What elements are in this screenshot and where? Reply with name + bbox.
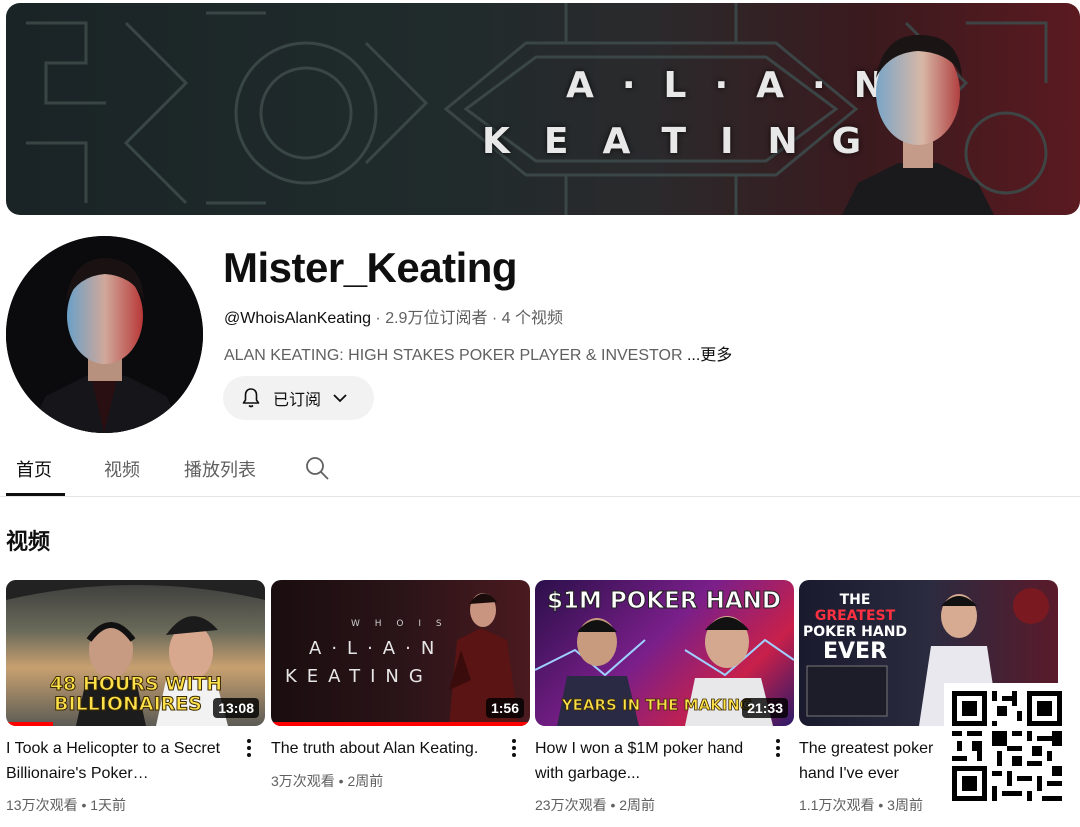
more-link[interactable]: ...更多 <box>687 347 732 364</box>
avatar-portrait <box>6 236 203 433</box>
video-title[interactable]: I Took a Helicopter to a Secret Billiona… <box>6 736 238 786</box>
banner-title-last: KEATING <box>482 121 896 162</box>
channel-banner: A·L·A·N KEATING <box>6 3 1080 215</box>
bell-icon <box>242 388 260 408</box>
video-stats: 3万次观看 • 2周前 <box>271 771 383 791</box>
video-duration: 1:56 <box>485 698 524 718</box>
chevron-down-icon <box>333 394 347 403</box>
svg-text:$1M POKER HAND: $1M POKER HAND <box>547 588 781 614</box>
more-vert-icon[interactable] <box>504 736 524 760</box>
video-duration: 21:33 <box>742 698 788 718</box>
watch-progress <box>271 722 530 726</box>
view-count: 13万次观看 <box>6 797 78 813</box>
video-title[interactable]: The greatest poker hand I've ever played… <box>799 736 949 786</box>
channel-description[interactable]: ALAN KEATING: HIGH STAKES POKER PLAYER &… <box>224 341 732 365</box>
svg-text:THE: THE <box>840 592 871 608</box>
meta-separator: · <box>370 310 386 327</box>
meta-separator: · <box>487 310 502 327</box>
svg-text:YEARS IN THE MAKING: YEARS IN THE MAKING <box>561 696 753 714</box>
upload-age: 2周前 <box>619 797 656 813</box>
search-icon[interactable] <box>304 455 330 481</box>
watch-progress <box>6 722 53 726</box>
channel-tabs: 首页 视频 播放列表 <box>0 440 1080 497</box>
video-count: 4 个视频 <box>501 310 564 327</box>
video-duration: 13:08 <box>213 698 259 718</box>
channel-handle[interactable]: @WhoisAlanKeating <box>224 310 371 327</box>
svg-text:EVER: EVER <box>823 639 887 664</box>
video-card[interactable]: $1M POKER HAND YEARS IN THE MAKING 21:33… <box>535 580 794 813</box>
upload-age: 2周前 <box>347 773 384 789</box>
description-text: ALAN KEATING: HIGH STAKES POKER PLAYER &… <box>224 347 687 364</box>
video-title[interactable]: The truth about Alan Keating. <box>271 736 503 761</box>
stats-separator: • <box>77 797 91 813</box>
more-vert-icon[interactable] <box>239 736 259 760</box>
channel-meta: @WhoisAlanKeating · 2.9万位订阅者 · 4 个视频 <box>224 304 563 328</box>
video-thumbnail[interactable]: $1M POKER HAND YEARS IN THE MAKING 21:33 <box>535 580 794 726</box>
view-count: 1.1万次观看 <box>799 797 875 813</box>
video-thumbnail[interactable]: 48 HOURS WITH BILLIONAIRES 13:08 <box>6 580 265 726</box>
more-vert-icon[interactable] <box>768 736 788 760</box>
stats-separator: • <box>334 773 348 789</box>
svg-text:W H O I S: W H O I S <box>351 619 448 629</box>
qr-code-icon <box>952 691 1062 801</box>
banner-portrait <box>842 34 994 215</box>
view-count: 3万次观看 <box>271 773 335 789</box>
svg-text:KEATING: KEATING <box>285 666 433 687</box>
upload-age: 3周前 <box>887 797 923 813</box>
tab-playlists[interactable]: 播放列表 <box>184 456 256 482</box>
video-title[interactable]: How I won a $1M poker hand with garbage.… <box>535 736 767 786</box>
video-stats: 23万次观看 • 2周前 <box>535 795 655 815</box>
stats-separator: • <box>606 797 620 813</box>
video-card[interactable]: W H O I S A·L·A·N KEATING 1:56 The truth… <box>271 580 530 789</box>
subscribed-button[interactable]: 已订阅 <box>223 376 374 420</box>
section-title: 视频 <box>6 529 51 554</box>
video-card[interactable]: 48 HOURS WITH BILLIONAIRES 13:08 I Took … <box>6 580 265 813</box>
stats-separator: • <box>874 797 888 813</box>
video-thumbnail[interactable]: W H O I S A·L·A·N KEATING 1:56 <box>271 580 530 726</box>
view-count: 23万次观看 <box>535 797 607 813</box>
qr-code <box>944 683 1070 809</box>
upload-age: 1天前 <box>90 797 127 813</box>
svg-text:48 HOURS WITH: 48 HOURS WITH <box>50 673 222 695</box>
video-stats: 1.1万次观看 • 3周前 <box>799 795 923 815</box>
channel-avatar[interactable] <box>6 236 203 433</box>
tab-home[interactable]: 首页 <box>16 456 52 482</box>
subscribed-label: 已订阅 <box>273 392 322 409</box>
svg-text:BILLIONAIRES: BILLIONAIRES <box>54 693 202 715</box>
svg-text:GREATEST: GREATEST <box>815 608 896 624</box>
video-stats: 13万次观看 • 1天前 <box>6 795 126 815</box>
tab-videos[interactable]: 视频 <box>104 456 140 482</box>
svg-text:A·L·A·N: A·L·A·N <box>309 638 444 659</box>
active-tab-indicator <box>6 493 65 496</box>
svg-text:POKER HAND: POKER HAND <box>803 624 907 640</box>
subscriber-count: 2.9万位订阅者 <box>385 310 488 327</box>
channel-name: Mister_Keating <box>223 244 518 291</box>
